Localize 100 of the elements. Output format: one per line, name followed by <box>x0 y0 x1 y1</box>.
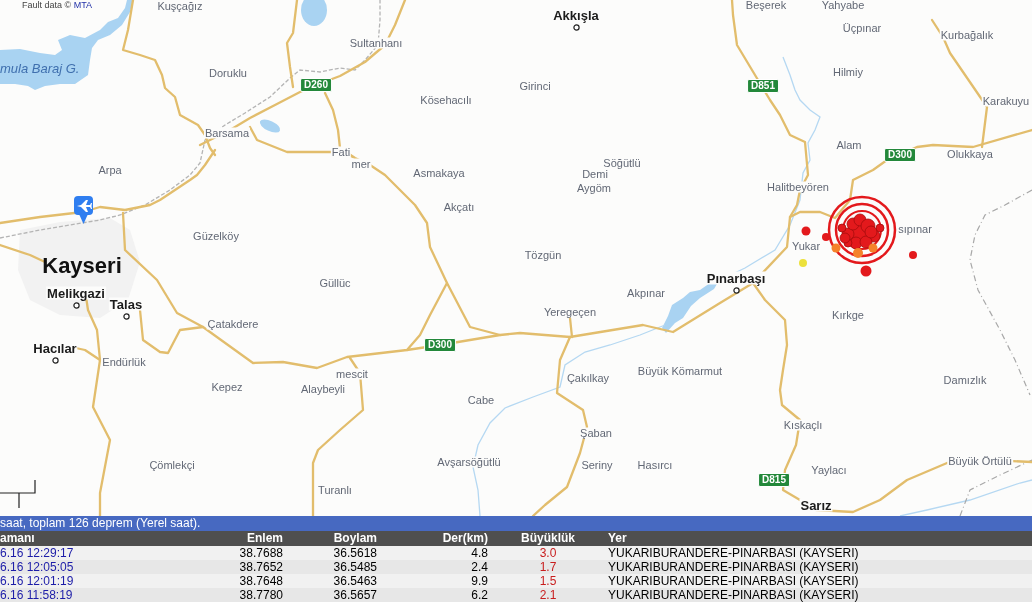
place-label: Yahyabe <box>820 0 866 11</box>
place-label: Güzelköy <box>192 230 240 242</box>
table-cell-text: 3.0 <box>538 546 558 560</box>
place-label: Kösehacılı <box>419 94 473 106</box>
place-label: Arpa <box>97 164 123 176</box>
earthquake-dot-icon[interactable] <box>799 259 807 267</box>
table-cell-text: 6.2 <box>470 588 488 602</box>
place-label: Endürlük <box>101 356 147 368</box>
place-label: Pınarbaşı <box>705 271 767 285</box>
place-label: Büyük Örtülü <box>947 455 1013 467</box>
town-marker-icon <box>122 313 130 320</box>
place-label: Kıskaçlı <box>782 419 824 431</box>
lake-drawing <box>301 0 327 26</box>
table-cell-text: YUKARIBURANDERE-PINARBASI (KAYSERI) <box>608 546 860 560</box>
place-label: Sarız <box>799 498 833 512</box>
place-label: Sultanhanı <box>348 37 404 49</box>
road-number-label: D300 <box>424 338 456 352</box>
place-label: Üçpınar <box>841 22 883 34</box>
table-cell-text: 38.7652 <box>238 560 283 574</box>
column-header: Der(km) <box>441 531 488 546</box>
town-marker-icon <box>572 24 580 31</box>
place-label: Seriny <box>580 459 614 471</box>
place-label: Halitbeyören <box>766 181 830 193</box>
place-label: mer <box>350 158 372 170</box>
place-label: Kurbağalık <box>939 29 995 41</box>
place-label: Aygöm <box>576 182 612 194</box>
attribution-link[interactable]: MTA <box>73 0 93 10</box>
place-label: Yukar <box>790 240 822 252</box>
lake-label: mula Baraj G. <box>0 62 80 75</box>
place-label: Talas <box>108 297 144 311</box>
place-label: Barsama <box>204 127 250 139</box>
place-label: Akçatı <box>442 201 476 213</box>
place-label: Asmakaya <box>412 167 466 179</box>
column-header: Enlem <box>246 531 283 546</box>
place-label: Kuşçağız <box>156 0 204 12</box>
town-marker-icon <box>72 302 80 309</box>
table-cell-text: 2.1 <box>538 588 558 602</box>
scale-bar-drawing <box>0 479 36 509</box>
place-label: Girinci <box>518 80 552 92</box>
earthquake-dot-icon[interactable] <box>831 243 841 253</box>
place-label: Yeregeçen <box>542 306 598 318</box>
attribution-text: Fault data © <box>22 0 73 10</box>
place-label: Tözgün <box>523 249 563 261</box>
road-number-label: D815 <box>758 473 790 487</box>
place-label: Çatakdere <box>206 318 260 330</box>
epicenter-cluster-icon[interactable] <box>827 195 897 265</box>
place-label: Demi <box>581 168 609 180</box>
place-label: Kepez <box>210 381 244 393</box>
road-number-label: D300 <box>884 148 916 162</box>
event-time-link[interactable]: 6.16 12:29:17 <box>0 546 220 560</box>
earthquake-dot-icon[interactable] <box>909 251 917 259</box>
event-time-link[interactable]: 6.16 12:01:19 <box>0 574 220 588</box>
column-header: Büyüklük <box>520 531 576 546</box>
place-label: Doruklu <box>208 67 248 79</box>
event-time-link[interactable]: 6.16 12:05:05 <box>0 560 220 574</box>
place-label: Çakılkay <box>565 372 611 384</box>
table-cell-text: 38.7688 <box>238 546 283 560</box>
table-cell-text: YUKARIBURANDERE-PINARBASI (KAYSERI) <box>608 560 860 574</box>
place-label: Hasırcı <box>636 459 674 471</box>
place-label: Şaban <box>579 427 613 439</box>
road-number-label: D260 <box>300 78 332 92</box>
airport-marker-icon[interactable] <box>74 196 93 224</box>
table-cell-text: 38.7780 <box>238 588 283 602</box>
earthquake-dot-icon[interactable] <box>853 248 863 258</box>
place-label: Karakuyu <box>981 95 1031 107</box>
place-label: Akpınar <box>626 287 666 299</box>
table-cell-text: 1.5 <box>538 574 558 588</box>
table-cell-text: 38.7648 <box>238 574 283 588</box>
earthquake-dot-icon[interactable] <box>822 233 830 241</box>
table-cell-text: YUKARIBURANDERE-PINARBASI (KAYSERI) <box>608 574 860 588</box>
place-label: Fati <box>330 146 352 158</box>
place-label: Cabe <box>466 394 496 406</box>
place-label: Damızlık <box>942 374 988 386</box>
place-label: Güllüc <box>318 277 352 289</box>
place-label: mescit <box>335 368 369 380</box>
event-time-link[interactable]: 6.16 11:58:19 <box>0 588 220 602</box>
table-cell-text: 1.7 <box>538 560 558 574</box>
place-label: Büyük Kömarmut <box>636 365 724 377</box>
place-label: Alaybeyli <box>300 383 346 395</box>
summary-text: saat, toplam 126 deprem (Yerel saat). <box>0 516 201 531</box>
earthquake-dot-icon[interactable] <box>860 265 872 277</box>
town-marker-icon <box>732 287 740 294</box>
table-cell-text: 36.5463 <box>332 574 377 588</box>
place-label: Kayseri <box>42 255 122 277</box>
column-header: amanı <box>0 531 36 546</box>
road-number-label: D851 <box>747 79 779 93</box>
place-label: Hilmiy <box>832 66 864 78</box>
place-label: Çömlekçi <box>148 459 196 471</box>
table-cell-text: YUKARIBURANDERE-PINARBASI (KAYSERI) <box>608 588 860 602</box>
place-label: Alam <box>835 139 863 151</box>
earthquake-dot-icon[interactable] <box>801 226 811 236</box>
place-label: Söğütlü <box>602 157 642 169</box>
table-cell-text: 36.5657 <box>332 588 377 602</box>
place-label: Turanlı <box>317 484 353 496</box>
place-label: Beşerek <box>744 0 788 11</box>
table-cell-text: 36.5485 <box>332 560 377 574</box>
column-header: Yer <box>608 531 628 546</box>
place-label: Olukkaya <box>946 148 994 160</box>
place-label: Kırkge <box>831 309 865 321</box>
earthquake-dot-icon[interactable] <box>868 243 878 253</box>
